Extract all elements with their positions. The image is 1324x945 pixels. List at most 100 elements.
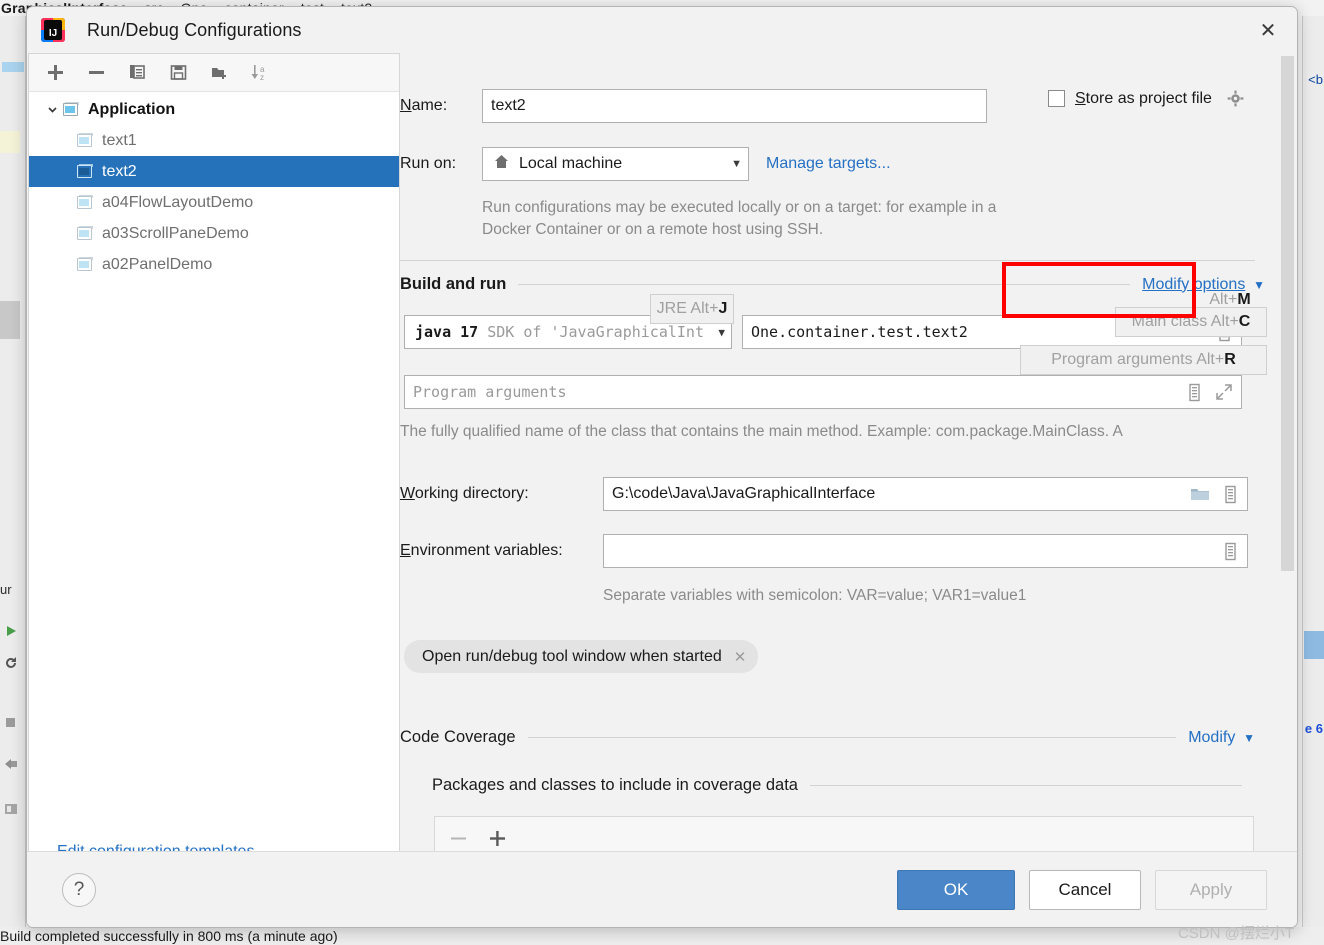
coverage-add-button[interactable]	[488, 829, 507, 848]
code-coverage-header: Code Coverage Modify ▼	[400, 728, 1255, 747]
sidebar-item-a03scrollpanedemo[interactable]: a03ScrollPaneDemo	[29, 218, 399, 249]
ide-right-marker	[1304, 631, 1324, 659]
run-on-value: Local machine	[519, 155, 623, 172]
chip-label: Open run/debug tool window when started	[422, 647, 722, 665]
run-on-label: Run on:	[400, 155, 457, 172]
application-icon	[61, 102, 79, 117]
sidebar-item-text1[interactable]: text1	[29, 125, 399, 156]
content-scrollbar[interactable]	[1281, 56, 1294, 571]
ide-right-toolbar: <b e 6	[1302, 16, 1324, 945]
help-button[interactable]: ?	[62, 872, 96, 907]
chevron-down-icon[interactable]: ▼	[731, 158, 742, 170]
run-debug-configurations-dialog: IJ Run/Debug Configurations ✕ a z Applic…	[26, 6, 1298, 928]
jre-version: java 17	[415, 323, 479, 341]
copy-configuration-button[interactable]	[117, 57, 158, 89]
ide-right-text-2: e 6	[1304, 721, 1323, 736]
rerun-icon[interactable]	[4, 656, 20, 672]
environment-variables-label: Environment variables:	[400, 542, 563, 559]
main-class-help-text: The fully qualified name of the class th…	[400, 423, 1123, 440]
cancel-button[interactable]: Cancel	[1029, 869, 1141, 910]
application-icon	[75, 133, 93, 148]
svg-text:z: z	[260, 73, 264, 82]
home-icon	[493, 153, 510, 175]
dialog-title: Run/Debug Configurations	[87, 19, 302, 40]
ok-button[interactable]: OK	[897, 869, 1015, 910]
list-item-label: a04FlowLayoutDemo	[102, 193, 254, 211]
main-class-shortcut-tooltip: Main class Alt+ C	[1115, 307, 1267, 337]
main-class-value: One.container.test.text2	[751, 323, 968, 341]
program-arguments-input[interactable]: Program arguments	[404, 375, 1242, 409]
application-icon	[75, 226, 93, 241]
stop-icon[interactable]	[4, 716, 20, 732]
expand-icon[interactable]	[1215, 383, 1233, 401]
tooltip-key: J	[718, 300, 728, 317]
chevron-down-icon: ▼	[1239, 730, 1255, 745]
tooltip-text: Program arguments Alt+	[1051, 351, 1225, 368]
ide-left-marker	[0, 131, 20, 153]
program-arguments-placeholder: Program arguments	[413, 383, 567, 401]
gear-icon[interactable]	[1226, 89, 1245, 108]
build-and-run-header: Build and run Modify options ▼	[400, 275, 1265, 294]
sidebar-item-a02paneldemo[interactable]: a02PanelDemo	[29, 249, 399, 280]
sidebar-item-text2[interactable]: text2	[29, 156, 399, 187]
tooltip-text: Main class Alt+	[1131, 313, 1239, 330]
list-item-label: text1	[102, 131, 137, 149]
configurations-sidebar: a z Application text1 text2 a04FlowLayou…	[28, 53, 400, 875]
list-icon[interactable]	[1186, 383, 1203, 402]
list-item-label: a03ScrollPaneDemo	[102, 224, 249, 242]
remove-configuration-button[interactable]	[76, 57, 117, 89]
application-icon	[75, 164, 93, 179]
name-input-value: text2	[491, 97, 526, 114]
list-icon[interactable]	[1222, 485, 1239, 504]
coverage-packages-header: Packages and classes to include in cover…	[432, 776, 1254, 795]
code-coverage-modify-link[interactable]: Modify ▼	[1188, 729, 1255, 747]
store-as-project-file-checkbox[interactable]	[1048, 90, 1065, 107]
environment-variables-row: Environment variables:	[400, 534, 1248, 568]
close-icon[interactable]: ✕	[734, 648, 747, 666]
working-directory-row: Working directory: G:\code\Java\JavaGrap…	[400, 477, 1248, 511]
build-and-run-title: Build and run	[400, 275, 507, 293]
run-on-row: Run on: Local machine ▼ Manage targets..…	[400, 147, 891, 181]
tooltip-key: R	[1224, 351, 1236, 368]
manage-targets-link[interactable]: Manage targets...	[766, 155, 891, 173]
dialog-button-bar: ? OK Cancel Apply	[27, 851, 1297, 927]
name-input[interactable]: text2	[482, 89, 987, 123]
sidebar-toolbar: a z	[29, 54, 399, 92]
application-icon	[75, 257, 93, 272]
save-configuration-button[interactable]	[158, 57, 199, 89]
program-arguments-shortcut-tooltip: Program arguments Alt+ R	[1020, 345, 1267, 375]
sidebar-item-a04flowlayoutdemo[interactable]: a04FlowLayoutDemo	[29, 187, 399, 218]
coverage-remove-button[interactable]	[449, 829, 468, 848]
chevron-down-icon[interactable]: ▼	[718, 326, 725, 339]
sort-configurations-button[interactable]: a z	[240, 57, 281, 89]
jre-shortcut-tooltip: JRE Alt+ J	[650, 294, 734, 324]
list-icon[interactable]	[1222, 542, 1239, 561]
tree-group-application[interactable]: Application	[29, 94, 399, 125]
layout-icon[interactable]	[4, 802, 20, 818]
store-as-project-file-label: Store as project file	[1075, 89, 1212, 107]
working-directory-label: Working directory:	[400, 485, 529, 502]
tooltip-text: JRE Alt+	[656, 300, 719, 317]
dialog-titlebar: IJ Run/Debug Configurations ✕	[27, 7, 1297, 53]
add-configuration-button[interactable]	[35, 57, 76, 89]
tree-group-label: Application	[88, 100, 176, 118]
ide-status-bar: Build completed successfully in 800 ms (…	[0, 927, 1324, 945]
import-icon[interactable]	[4, 758, 20, 774]
working-directory-value: G:\code\Java\JavaGraphicalInterface	[612, 485, 876, 502]
environment-variables-input[interactable]	[603, 534, 1248, 568]
chevron-down-icon[interactable]	[43, 103, 61, 116]
name-label: Name:	[400, 97, 448, 114]
close-icon[interactable]: ✕	[1239, 7, 1297, 53]
application-icon	[75, 195, 93, 210]
run-on-select[interactable]: Local machine ▼	[482, 147, 749, 181]
store-as-project-file-row[interactable]: Store as project file	[1048, 89, 1245, 108]
open-tool-window-chip[interactable]: Open run/debug tool window when started …	[404, 640, 759, 673]
apply-button: Apply	[1155, 869, 1267, 910]
run-icon[interactable]	[4, 624, 20, 640]
ide-left-text: ur	[0, 582, 12, 597]
move-into-folder-button[interactable]	[199, 57, 240, 89]
ide-left-scrollbar	[0, 301, 20, 339]
working-directory-input[interactable]: G:\code\Java\JavaGraphicalInterface	[603, 477, 1248, 511]
folder-icon[interactable]	[1190, 486, 1210, 503]
status-message: Build completed successfully in 800 ms (…	[0, 928, 338, 944]
